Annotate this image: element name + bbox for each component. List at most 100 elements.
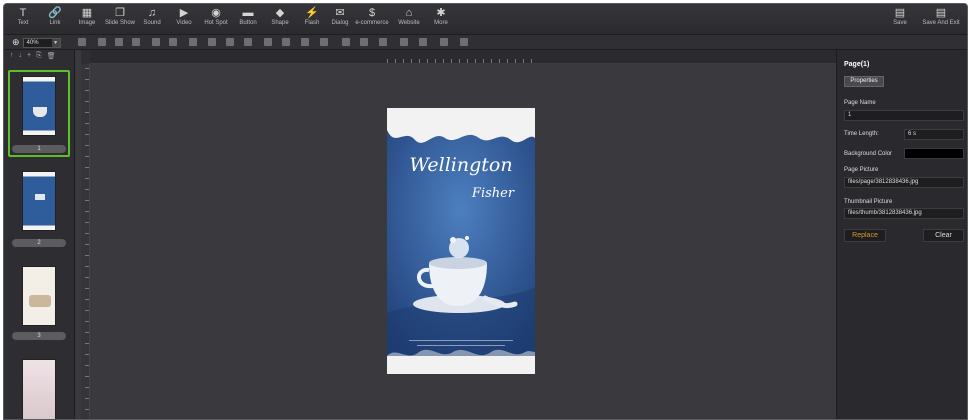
slideshow-icon: ❐ — [115, 7, 125, 19]
format-tool-icon[interactable] — [301, 38, 309, 46]
replace-button[interactable]: Replace — [844, 229, 886, 242]
dialog-tool[interactable]: ✉ Dialog — [323, 7, 357, 26]
tool-label: Button — [239, 20, 257, 26]
format-tool-icon[interactable] — [152, 38, 160, 46]
page-label-2[interactable]: 2 — [12, 239, 66, 247]
save-label: Save — [893, 20, 907, 26]
ruler-tick — [85, 321, 89, 322]
properties-panel: Page(1) Properties Page Name 1 Time Leng… — [836, 50, 967, 419]
editor-canvas[interactable]: Wellington Fisher — [90, 64, 836, 419]
slideshow-tool[interactable]: ❐ Slide Show — [103, 7, 137, 26]
text-tool[interactable]: T Text — [6, 7, 40, 26]
move-up-icon[interactable]: ↑ — [10, 52, 14, 59]
format-tool-icon[interactable] — [360, 38, 368, 46]
ruler-tick — [85, 387, 89, 388]
ruler-tick — [85, 354, 89, 355]
tool-label: Text — [17, 20, 29, 26]
format-tool-icon[interactable] — [226, 38, 234, 46]
format-tool-icon[interactable] — [78, 38, 86, 46]
format-tool-icon[interactable] — [460, 38, 468, 46]
page-label-3[interactable]: 3 — [12, 332, 66, 340]
main-toolbar: T Text 🔗 Link ▦ Image ❐ Slide Show ♫ Sound ▶ V… — [4, 4, 967, 35]
sound-tool[interactable]: ♫ Sound — [135, 7, 169, 26]
format-tool-icon[interactable] — [320, 38, 328, 46]
ruler-tick — [85, 178, 89, 179]
format-tool-icon[interactable] — [342, 38, 350, 46]
ruler-tick — [85, 376, 89, 377]
website-icon: ⌂ — [405, 7, 413, 19]
time-length-field[interactable]: 6 s — [904, 129, 964, 140]
format-tool-icon[interactable] — [115, 38, 123, 46]
hotspot-tool[interactable]: ◉ Hot Spot — [199, 7, 233, 26]
thumb-cup-icon — [33, 107, 47, 117]
website-tool[interactable]: ⌂ Website — [392, 7, 426, 26]
tool-label: Sound — [143, 20, 161, 26]
video-tool[interactable]: ▶ Video — [167, 7, 201, 26]
shape-tool[interactable]: ◆ Shape — [263, 7, 297, 26]
page-title-line2: Fisher — [471, 186, 515, 201]
ruler-tick — [507, 59, 508, 63]
save-button[interactable]: ▤ Save — [883, 7, 917, 26]
format-tool-icon[interactable] — [282, 38, 290, 46]
format-tool-icon[interactable] — [400, 38, 408, 46]
tool-label: Dialog — [331, 20, 349, 26]
ruler-tick — [435, 59, 436, 63]
clear-button[interactable]: Clear — [923, 229, 964, 242]
format-tool-icon[interactable] — [98, 38, 106, 46]
ecommerce-tool[interactable]: $ e-commerce — [355, 7, 389, 26]
background-color-label: Background Color — [844, 151, 893, 157]
page-artwork: Wellington Fisher — [387, 108, 535, 374]
format-tool-icon[interactable] — [419, 38, 427, 46]
format-tool-icon[interactable] — [264, 38, 272, 46]
ruler-tick — [85, 310, 89, 311]
format-tool-icon[interactable] — [169, 38, 177, 46]
page-name-field[interactable]: 1 — [844, 110, 964, 121]
tab-properties[interactable]: Properties — [844, 76, 884, 87]
format-tool-icon[interactable] — [244, 38, 252, 46]
time-length-label: Time Length: — [844, 131, 879, 137]
copy-page-icon[interactable]: ⎘ — [36, 52, 42, 60]
page-preview[interactable]: Wellington Fisher — [387, 108, 535, 374]
ruler-tick — [85, 266, 89, 267]
add-page-icon[interactable]: + — [27, 52, 31, 59]
ruler-tick — [85, 398, 89, 399]
text-icon: T — [19, 7, 27, 19]
ruler-tick — [419, 59, 420, 63]
thumbnail-picture-field[interactable]: files/thumb/3812838436.jpg — [844, 208, 964, 219]
format-tool-icon[interactable] — [208, 38, 216, 46]
format-tool-icon[interactable] — [189, 38, 197, 46]
move-down-icon[interactable]: ↓ — [19, 52, 23, 59]
ruler-tick — [85, 112, 89, 113]
page-thumbnail-2[interactable] — [22, 171, 56, 231]
format-tool-icon[interactable] — [440, 38, 448, 46]
page-thumbnail-3[interactable] — [22, 266, 56, 326]
ruler-tick — [85, 134, 89, 135]
image-tool[interactable]: ▦ Image — [70, 7, 104, 26]
button-tool[interactable]: ▬ Button — [231, 7, 265, 26]
page-thumbnail-1[interactable] — [22, 76, 56, 136]
format-tool-icon[interactable] — [379, 38, 387, 46]
chevron-down-icon: ▼ — [51, 38, 60, 47]
left-ruler — [81, 64, 90, 419]
format-tool-icon[interactable] — [132, 38, 140, 46]
music-note-icon: ♫ — [147, 7, 157, 19]
zoom-select[interactable]: 40% ▼ — [22, 37, 61, 48]
tool-label: More — [434, 20, 448, 26]
page-label-1[interactable]: 1 — [12, 145, 66, 153]
background-color-swatch[interactable] — [904, 148, 964, 159]
delete-page-icon[interactable]: 🗑 — [47, 52, 56, 60]
ruler-tick — [499, 59, 500, 63]
page-thumbnail-4[interactable] — [22, 359, 56, 419]
more-tool[interactable]: ✱ More — [424, 7, 458, 26]
save-icon: ▤ — [894, 7, 906, 19]
ruler-tick — [85, 79, 89, 80]
link-tool[interactable]: 🔗 Link — [38, 7, 72, 26]
dollar-icon: $ — [368, 7, 376, 19]
ruler-tick — [411, 59, 412, 63]
page-picture-field[interactable]: files/page/3812838436.jpg — [844, 177, 964, 188]
ruler-tick — [85, 200, 89, 201]
image-icon: ▦ — [81, 7, 93, 19]
link-icon: 🔗 — [48, 7, 62, 19]
puzzle-icon: ✱ — [436, 7, 446, 19]
save-and-exit-button[interactable]: ▤ Save And Exit — [918, 7, 964, 26]
